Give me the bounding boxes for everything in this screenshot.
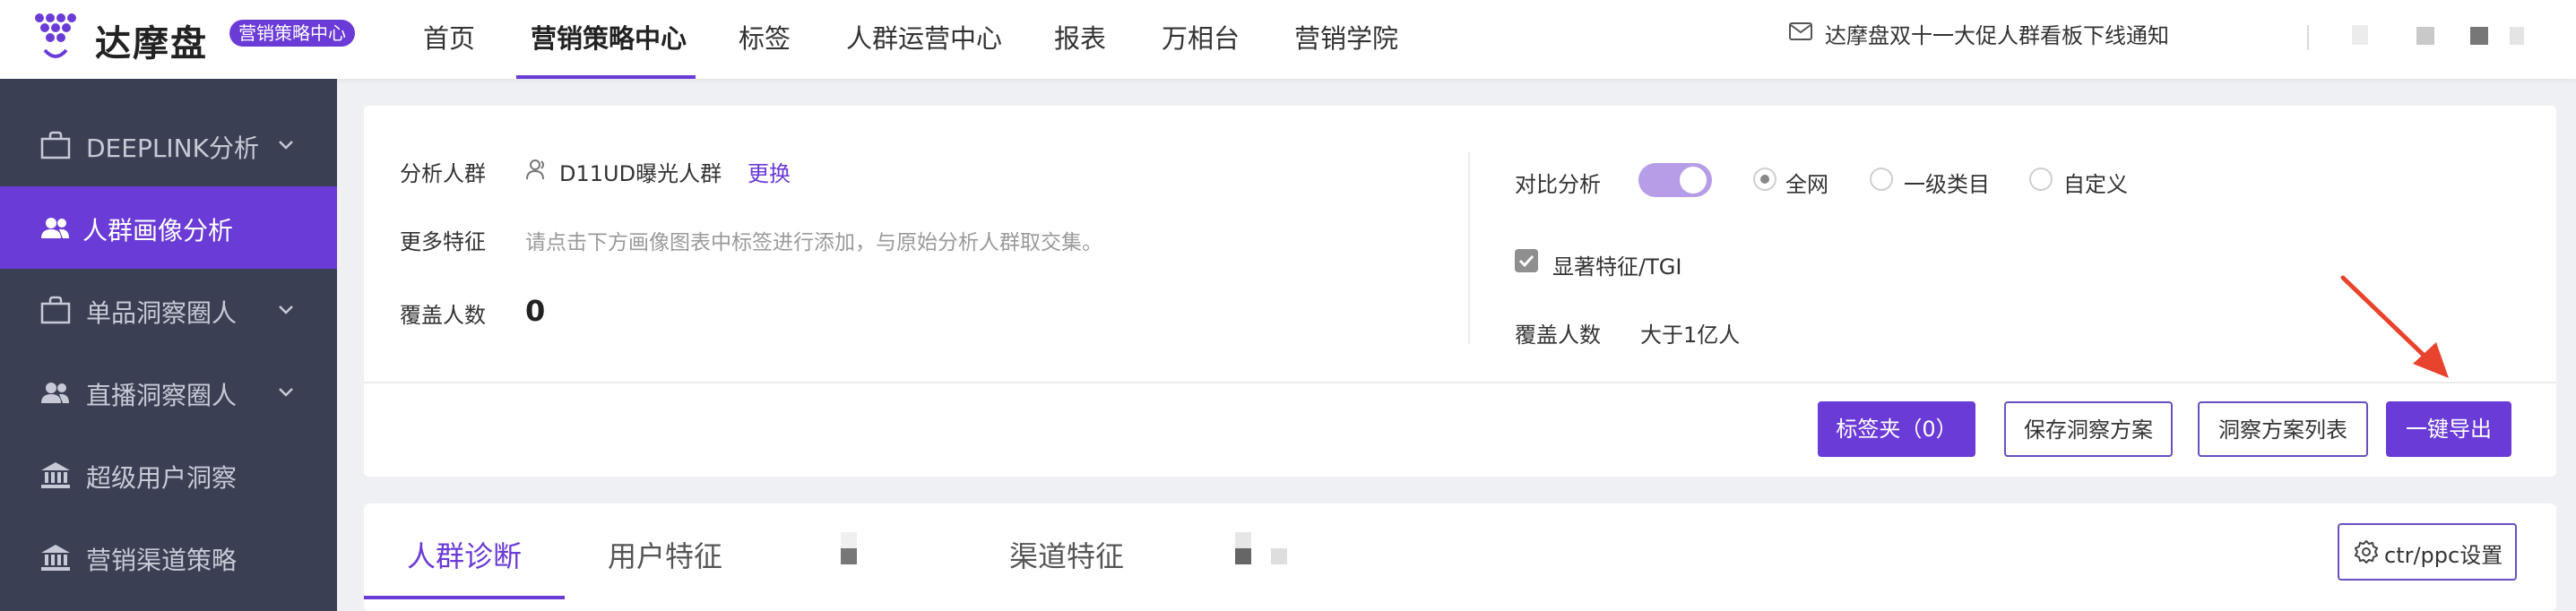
brand-name[interactable]: 达摩盘 xyxy=(95,14,208,66)
change-crowd-link[interactable]: 更换 xyxy=(748,156,791,187)
radio-label: 一级类目 xyxy=(1904,172,1990,197)
compare-coverage-value: 大于1亿人 xyxy=(1640,323,1741,348)
export-button[interactable]: 一键导出 xyxy=(2386,401,2511,457)
tgi-checkbox[interactable] xyxy=(1515,249,1538,272)
compare-label: 对比分析 xyxy=(1515,172,1601,197)
nav-reports[interactable]: 报表 xyxy=(1054,18,1106,56)
chevron-down-icon xyxy=(279,388,293,397)
redacted-user-info xyxy=(2470,27,2488,45)
plan-list-button[interactable]: 洞察方案列表 xyxy=(2198,401,2368,457)
nav-wanxiangtai[interactable]: 万相台 xyxy=(1162,18,1240,56)
annotation-arrow-icon xyxy=(2340,275,2449,378)
tag-folder-button[interactable]: 标签夹（0） xyxy=(1818,401,1975,457)
bag-icon xyxy=(40,296,71,324)
tab-active-indicator xyxy=(364,596,565,599)
more-features-hint: 请点击下方画像图表中标签进行添加，与原始分析人群取交集。 xyxy=(525,231,1102,254)
sidebar-item-live-insight[interactable]: 直播洞察圈人 xyxy=(0,351,337,434)
redacted-tab xyxy=(1235,548,1251,564)
nav-tags[interactable]: 标签 xyxy=(739,18,791,56)
sidebar-item-label: DEEPLINK分析 xyxy=(86,133,259,163)
user-icon xyxy=(526,159,544,180)
nav-home[interactable]: 首页 xyxy=(423,18,475,56)
sidebar-item-product-insight[interactable]: 单品洞察圈人 xyxy=(0,269,337,351)
more-features-label: 更多特征 xyxy=(400,229,486,254)
bank-icon xyxy=(41,545,70,571)
sidebar: DEEPLINK分析 人群画像分析 单品洞察圈人 直播洞察圈人 超级用户洞察 营… xyxy=(0,79,337,611)
nav-marketing-academy[interactable]: 营销学院 xyxy=(1294,18,1398,56)
users-icon xyxy=(41,383,69,403)
notice-link[interactable]: 达摩盘双十一大促人群看板下线通知 xyxy=(1825,18,2169,49)
users-icon xyxy=(41,218,69,238)
gear-icon xyxy=(2354,539,2379,564)
header-divider xyxy=(2307,25,2309,50)
sidebar-item-label: 人群画像分析 xyxy=(82,216,234,245)
mail-icon xyxy=(1789,22,1812,40)
crowd-label: 分析人群 xyxy=(400,161,486,186)
radio-custom[interactable] xyxy=(2029,168,2053,191)
check-icon xyxy=(1518,254,1534,268)
sidebar-item-label: 单品洞察圈人 xyxy=(86,298,238,328)
damopan-logo-icon xyxy=(35,13,76,58)
save-plan-button[interactable]: 保存洞察方案 xyxy=(2004,401,2173,457)
chevron-down-icon xyxy=(279,306,293,314)
redacted-tab xyxy=(1235,532,1251,548)
sidebar-item-deeplink[interactable]: DEEPLINK分析 xyxy=(0,104,337,186)
radio-label: 全网 xyxy=(1785,172,1828,197)
compare-coverage-label: 覆盖人数 xyxy=(1515,323,1601,348)
redacted-tab xyxy=(1271,548,1287,564)
sidebar-item-channel-strategy[interactable]: 营销渠道策略 xyxy=(0,516,337,598)
redacted-tab xyxy=(841,532,857,548)
sidebar-item-super-user[interactable]: 超级用户洞察 xyxy=(0,434,337,516)
sidebar-item-label: 营销渠道策略 xyxy=(86,546,238,575)
top-navbar xyxy=(0,0,2576,79)
redacted-user-info xyxy=(2416,27,2434,45)
sidebar-item-label: 超级用户洞察 xyxy=(86,463,238,493)
radio-label: 自定义 xyxy=(2063,172,2128,197)
coverage-value: 0 xyxy=(525,294,546,328)
sidebar-item-label: 直播洞察圈人 xyxy=(86,381,238,410)
brand-badge: 营销策略中心 xyxy=(229,20,355,47)
tab-crowd-diagnosis[interactable]: 人群诊断 xyxy=(407,534,522,575)
nav-active-indicator xyxy=(516,75,696,79)
radio-category[interactable] xyxy=(1870,168,1893,191)
redacted-user-info xyxy=(2352,25,2368,45)
section-divider xyxy=(1468,152,1470,344)
nav-marketing-strategy[interactable]: 营销策略中心 xyxy=(531,18,687,56)
crowd-name: D11UD曝光人群 xyxy=(559,161,722,186)
ctr-ppc-settings-label: ctr/ppc设置 xyxy=(2384,543,2503,568)
redacted-tab xyxy=(841,548,857,564)
redacted-user-info xyxy=(2510,27,2524,45)
coverage-label: 覆盖人数 xyxy=(400,303,486,328)
tgi-label: 显著特征/TGI xyxy=(1552,254,1682,280)
card-divider xyxy=(364,382,2556,383)
sidebar-item-crowd-portrait[interactable]: 人群画像分析 xyxy=(0,186,337,269)
nav-crowd-operation[interactable]: 人群运营中心 xyxy=(846,18,1002,56)
tab-channel-features[interactable]: 渠道特征 xyxy=(1009,534,1124,575)
toggle-knob xyxy=(1680,167,1707,194)
tab-user-features[interactable]: 用户特征 xyxy=(608,534,722,575)
radio-whole-network[interactable] xyxy=(1753,168,1776,191)
bag-icon xyxy=(40,131,71,159)
chevron-down-icon xyxy=(279,141,293,150)
bank-icon xyxy=(41,462,70,488)
